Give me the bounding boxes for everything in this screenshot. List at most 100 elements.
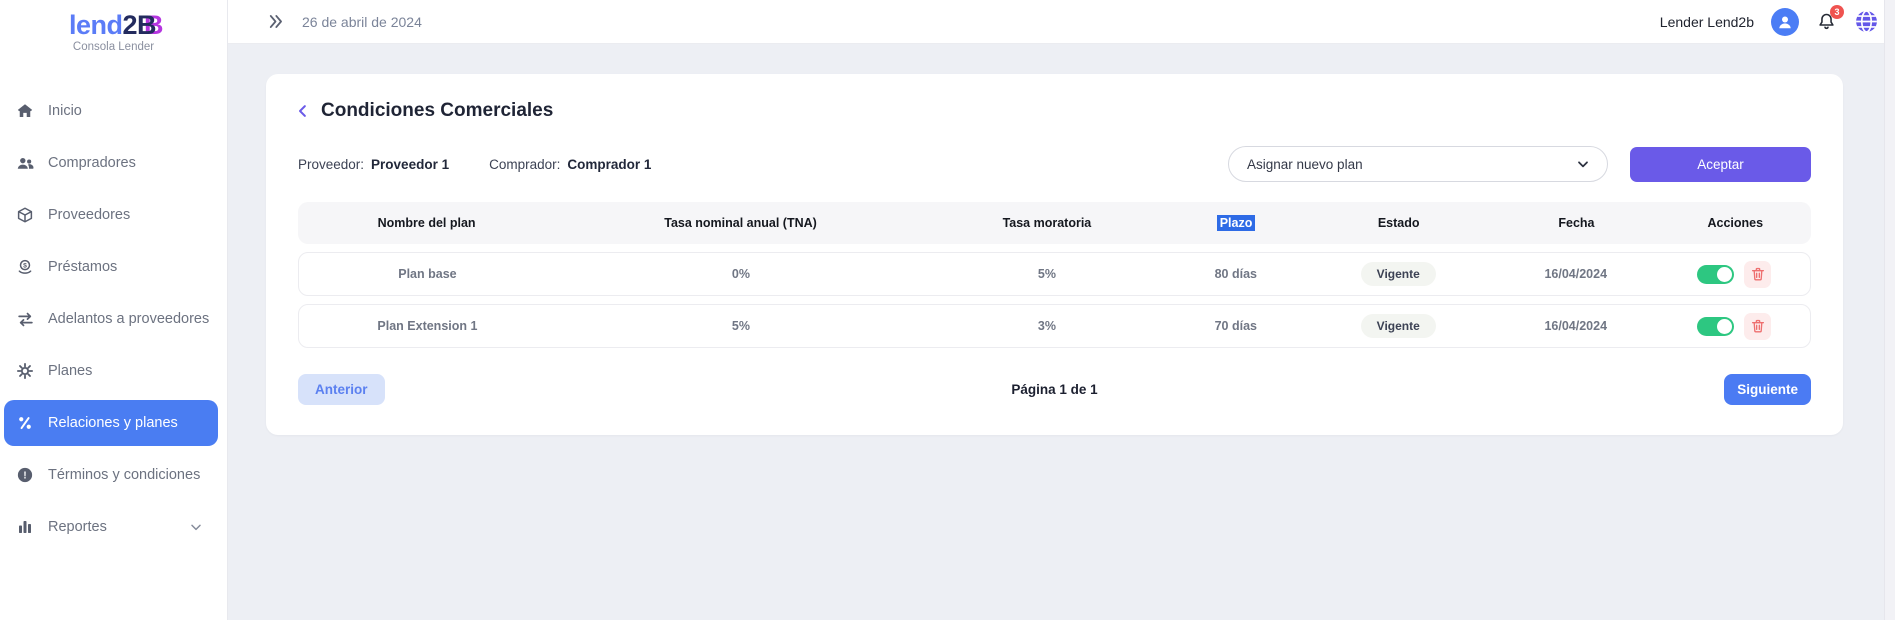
sidebar-nav: Inicio Compradores Proveedores $ Préstamos Ad… — [0, 72, 227, 550]
language-globe-icon[interactable] — [1854, 9, 1879, 34]
topbar-left: 26 de abril de 2024 — [266, 12, 422, 31]
cell-moratoria: 3% — [926, 319, 1168, 333]
column-header-3: Plazo — [1168, 216, 1304, 230]
cell-acciones — [1659, 261, 1810, 288]
sidebar-item-prestamos[interactable]: $ Préstamos — [4, 244, 218, 290]
sidebar-item-inicio[interactable]: Inicio — [4, 88, 218, 134]
sidebar-item-relaciones-y-planes[interactable]: Relaciones y planes — [4, 400, 218, 446]
percent-icon — [15, 413, 35, 433]
chevron-down-icon — [1575, 156, 1591, 172]
cell-acciones — [1659, 313, 1810, 340]
table-body: Plan base0%5%80 díasVigente16/04/2024Pla… — [298, 252, 1811, 348]
sidebar-item-label: Préstamos — [48, 259, 117, 275]
buyer-value: Comprador 1 — [567, 157, 651, 172]
next-page-button[interactable]: Siguiente — [1724, 374, 1811, 405]
column-header-0: Nombre del plan — [298, 216, 555, 230]
column-header-2: Tasa moratoria — [926, 216, 1168, 230]
toggle-knob — [1717, 267, 1732, 282]
assign-plan-select-value: Asignar nuevo plan — [1247, 157, 1363, 172]
delete-button[interactable] — [1744, 261, 1771, 288]
trash-icon — [1750, 318, 1766, 334]
sidebar-item-label: Proveedores — [48, 207, 130, 223]
trash-icon — [1750, 266, 1766, 282]
topbar: 26 de abril de 2024 Lender Lend2b 3 — [228, 0, 1895, 44]
pagination-row: Anterior Página 1 de 1 Siguiente — [298, 374, 1811, 405]
sidebar-item-compradores[interactable]: Compradores — [4, 140, 218, 186]
user-name: Lender Lend2b — [1660, 14, 1754, 30]
notification-count-badge: 3 — [1830, 5, 1844, 19]
notifications-bell-icon[interactable]: 3 — [1816, 11, 1837, 32]
buyer-label: Comprador: — [489, 157, 560, 172]
sidebar-item-label: Reportes — [48, 519, 107, 535]
scrollbar-track[interactable] — [1884, 0, 1895, 620]
gear-icon — [15, 361, 35, 381]
cell-plazo: 80 días — [1168, 267, 1304, 281]
sidebar-collapse-icon[interactable] — [266, 12, 285, 31]
cell-plan-name: Plan base — [299, 267, 556, 281]
sidebar-item-label: Adelantos a proveedores — [48, 311, 209, 327]
sidebar-item-label: Términos y condiciones — [48, 467, 200, 483]
table-row: Plan Extension 15%3%70 días Vigente 16/04/… — [298, 304, 1811, 348]
column-header-4: Estado — [1304, 216, 1493, 230]
cell-plazo: 70 días — [1168, 319, 1304, 333]
sidebar-item-label: Relaciones y planes — [48, 415, 178, 431]
content-area: Condiciones Comerciales Proveedor: Prove… — [228, 44, 1895, 620]
sidebar-item-label: Compradores — [48, 155, 136, 171]
table-row: Plan base0%5%80 díasVigente16/04/2024 — [298, 252, 1811, 296]
logo-subtitle: Consola Lender — [0, 41, 227, 53]
bar-chart-icon — [15, 517, 35, 537]
chevron-down-icon — [188, 519, 204, 535]
card-title-row: Condiciones Comerciales — [294, 100, 1811, 122]
app-window: lend2BB Consola Lender Inicio Compradores… — [0, 0, 1895, 620]
provider-label: Proveedor: — [298, 157, 364, 172]
cell-estado: Vigente — [1304, 262, 1493, 286]
sidebar: lend2BB Consola Lender Inicio Compradores… — [0, 0, 228, 620]
users-icon — [15, 153, 35, 173]
filters-right: Asignar nuevo plan Aceptar — [1228, 146, 1811, 182]
brand-logo: lend2BB Consola Lender — [0, 10, 227, 72]
sidebar-item-label: Planes — [48, 363, 92, 379]
toggle-knob — [1717, 319, 1732, 334]
active-toggle[interactable] — [1697, 265, 1734, 284]
sidebar-item-reportes[interactable]: Reportes — [4, 504, 218, 550]
cell-moratoria: 5% — [926, 267, 1168, 281]
provider-pair: Proveedor: Proveedor 1 — [298, 157, 449, 172]
sidebar-item-planes[interactable]: Planes — [4, 348, 218, 394]
cell-fecha: 16/04/2024 — [1493, 319, 1659, 333]
provider-value: Proveedor 1 — [371, 157, 449, 172]
previous-page-button[interactable]: Anterior — [298, 374, 385, 405]
delete-button[interactable] — [1744, 313, 1771, 340]
home-icon — [15, 101, 35, 121]
cell-tna: 5% — [556, 319, 926, 333]
swap-arrows-icon — [15, 309, 35, 329]
page-status: Página 1 de 1 — [1011, 382, 1097, 397]
status-badge: Vigente — [1361, 314, 1436, 338]
svg-text:$: $ — [23, 262, 27, 269]
back-chevron-icon[interactable] — [294, 102, 312, 120]
cell-fecha: 16/04/2024 — [1493, 267, 1659, 281]
column-header-1: Tasa nominal anual (TNA) — [555, 216, 926, 230]
accept-button[interactable]: Aceptar — [1630, 147, 1811, 182]
current-date: 26 de abril de 2024 — [302, 14, 422, 30]
column-header-5: Fecha — [1493, 216, 1659, 230]
plans-table: Nombre del planTasa nominal anual (TNA)T… — [298, 202, 1811, 348]
sidebar-item-proveedores[interactable]: Proveedores — [4, 192, 218, 238]
cell-tna: 0% — [556, 267, 926, 281]
sidebar-item-terminos[interactable]: ! Términos y condiciones — [4, 452, 218, 498]
coin-icon: $ — [15, 257, 35, 277]
table-header-row: Nombre del planTasa nominal anual (TNA)T… — [298, 202, 1811, 244]
sidebar-item-adelantos[interactable]: Adelantos a proveedores — [4, 296, 218, 342]
sidebar-item-label: Inicio — [48, 103, 82, 119]
cell-plan-name: Plan Extension 1 — [299, 319, 556, 333]
buyer-pair: Comprador: Comprador 1 — [489, 157, 651, 172]
package-icon — [15, 205, 35, 225]
page-title: Condiciones Comerciales — [321, 100, 553, 122]
active-toggle[interactable] — [1697, 317, 1734, 336]
main-area: 26 de abril de 2024 Lender Lend2b 3 — [228, 0, 1895, 620]
commercial-conditions-card: Condiciones Comerciales Proveedor: Prove… — [266, 74, 1843, 435]
user-avatar-icon[interactable] — [1771, 8, 1799, 36]
filters-row: Proveedor: Proveedor 1 Comprador: Compra… — [298, 146, 1811, 182]
cell-estado: Vigente — [1304, 314, 1493, 338]
assign-plan-select[interactable]: Asignar nuevo plan — [1228, 146, 1608, 182]
info-circle-icon: ! — [15, 465, 35, 485]
